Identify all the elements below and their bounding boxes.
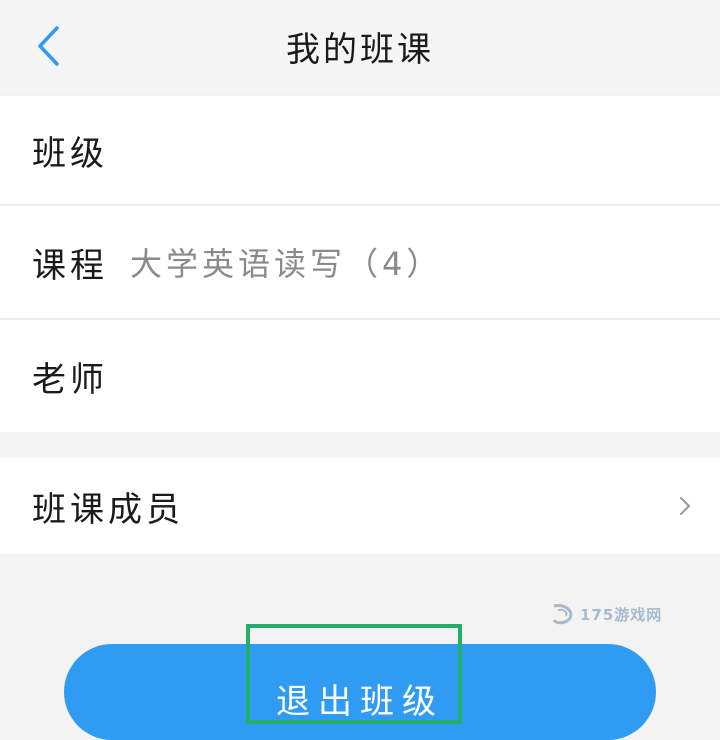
class-label: 班级 [32, 133, 108, 174]
watermark-text: 175游戏网 [580, 605, 663, 624]
teacher-row[interactable]: 老师 [0, 320, 720, 432]
page-title: 我的班课 [286, 30, 434, 70]
members-row[interactable]: 班课成员 [0, 458, 720, 554]
course-row[interactable]: 课程 大学英语读写（4） [0, 206, 720, 318]
course-value: 大学英语读写（4） [130, 245, 443, 283]
watermark-logo-icon [552, 604, 573, 625]
watermark-logo: 175游戏网 [550, 602, 662, 626]
exit-class-button[interactable]: 退出班级 [64, 644, 656, 740]
course-label: 课程 [32, 245, 108, 286]
class-row[interactable]: 班级 [0, 96, 720, 204]
chevron-right-icon [680, 497, 690, 515]
title-bar: 我的班课 [0, 0, 720, 94]
exit-class-label: 退出班级 [276, 682, 444, 722]
members-label: 班课成员 [32, 489, 184, 530]
teacher-label: 老师 [32, 359, 108, 400]
